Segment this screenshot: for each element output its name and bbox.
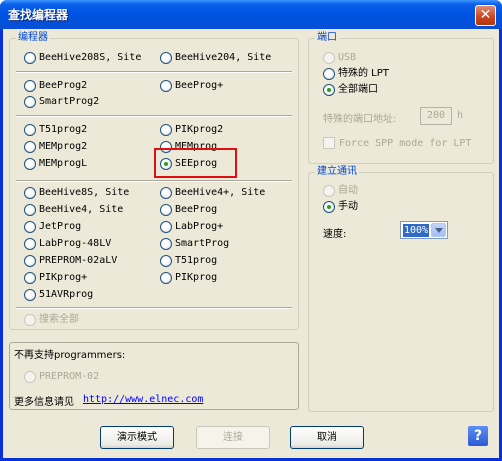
radio-circle [323,185,335,197]
port-address-input[interactable]: 200 [420,107,452,125]
elnec-website-link[interactable]: http://www.elnec.com [83,394,203,405]
radio-circle [24,204,36,216]
radio-preprom-02alv[interactable]: PREPROM-02aLV [24,254,117,268]
radio-search-all[interactable]: 搜索全部 [24,313,79,327]
radio-beehive204[interactable]: BeeHive204, Site [160,51,271,65]
radio-auto[interactable]: 自动 [323,184,358,198]
radio-circle [24,80,36,92]
radio-beehive4-plus[interactable]: BeeHive4+, Site [160,186,265,200]
help-icon[interactable]: ? [468,426,488,446]
separator [16,115,292,117]
speed-select[interactable]: 100% [400,221,448,239]
close-button[interactable]: ✕ [475,5,496,26]
radio-circle [323,68,335,80]
radio-all-ports[interactable]: 全部端口 [323,83,378,97]
comm-group: 建立通讯 自动 手动 速度: 100% [308,166,494,412]
programmers-group: 编程器 BeeHive208S, Site BeeHive204, Site B… [9,32,299,330]
chevron-down-icon[interactable] [431,223,446,237]
radio-circle [24,187,36,199]
radio-circle [160,221,172,233]
radio-circle [24,289,36,301]
radio-memprog2[interactable]: MEMprog2 [24,140,87,154]
radio-circle [24,52,36,64]
radio-circle [24,314,36,326]
radio-labprog-plus[interactable]: LabProg+ [160,220,223,234]
force-spp-checkbox[interactable]: Force SPP mode for LPT [323,136,471,150]
more-info-label: 更多信息请见 [14,397,74,408]
radio-circle [24,141,36,153]
radio-circle [24,272,36,284]
dialog-title: 查找编程器 [8,8,69,22]
radio-circle [160,80,172,92]
radio-circle [160,52,172,64]
port-address-label: 特殊的端口地址: [323,114,397,125]
radio-circle [323,52,335,64]
separator [16,71,292,73]
dialog-body: 编程器 BeeHive208S, Site BeeHive204, Site B… [3,29,499,458]
radio-beeprog[interactable]: BeeProg [160,203,217,217]
radio-beeprog-plus[interactable]: BeeProg+ [160,79,223,93]
radio-smartprog2[interactable]: SmartProg2 [24,95,99,109]
comm-legend: 建立通讯 [315,166,359,178]
demo-mode-button[interactable]: 演示模式 [100,426,174,449]
radio-circle [24,255,36,267]
close-icon: ✕ [479,7,492,23]
selection-highlight-box [154,148,237,178]
radio-51avrprog[interactable]: 51AVRprog [24,288,93,302]
radio-circle [24,96,36,108]
radio-circle [24,158,36,170]
radio-preprom-02[interactable]: PREPROM-02 [24,370,99,384]
radio-circle-selected [323,201,335,213]
radio-circle [160,238,172,250]
connect-button[interactable]: 连接 [196,426,270,449]
port-legend: 端口 [315,32,339,44]
radio-beehive208s[interactable]: BeeHive208S, Site [24,51,141,65]
radio-smartprog[interactable]: SmartProg [160,237,229,251]
title-bar[interactable]: 查找编程器 ✕ [0,0,502,29]
radio-memprogl[interactable]: MEMprogL [24,157,87,171]
radio-circle-selected [323,84,335,96]
separator [16,180,292,182]
checkbox-box [323,137,335,149]
speed-value: 100% [403,224,430,237]
radio-circle [160,272,172,284]
radio-beeprog2[interactable]: BeeProg2 [24,79,87,93]
unsupported-title: 不再支持programmers: [14,350,126,361]
radio-t51prog2[interactable]: T51prog2 [24,123,87,137]
radio-manual[interactable]: 手动 [323,200,358,214]
radio-beehive8s[interactable]: BeeHive8S, Site [24,186,129,200]
radio-circle [160,255,172,267]
radio-circle [160,187,172,199]
port-address-unit: h [457,110,464,121]
port-group: 端口 USB 特殊的 LPT 全部端口 特殊的端口地址: 200 h Force… [308,32,494,164]
radio-circle [160,124,172,136]
radio-pikprog-plus[interactable]: PIKprog+ [24,271,87,285]
radio-circle [24,371,36,383]
radio-t51prog[interactable]: T51prog [160,254,217,268]
radio-circle [24,124,36,136]
cancel-button[interactable]: 取消 [290,426,364,449]
radio-special-lpt[interactable]: 特殊的 LPT [323,67,389,81]
separator [16,307,292,309]
speed-label: 速度: [323,229,347,240]
programmers-legend: 编程器 [16,32,50,44]
radio-pikprog2[interactable]: PIKprog2 [160,123,223,137]
radio-jetprog[interactable]: JetProg [24,220,81,234]
radio-usb[interactable]: USB [323,51,356,65]
radio-circle [24,238,36,250]
radio-circle [24,221,36,233]
radio-beehive4[interactable]: BeeHive4, Site [24,203,123,217]
radio-pikprog[interactable]: PIKprog [160,271,217,285]
radio-circle [160,204,172,216]
radio-labprog-48lv[interactable]: LabProg-48LV [24,237,111,251]
dialog-window: 查找编程器 ✕ 编程器 BeeHive208S, Site BeeHive204… [0,0,502,461]
